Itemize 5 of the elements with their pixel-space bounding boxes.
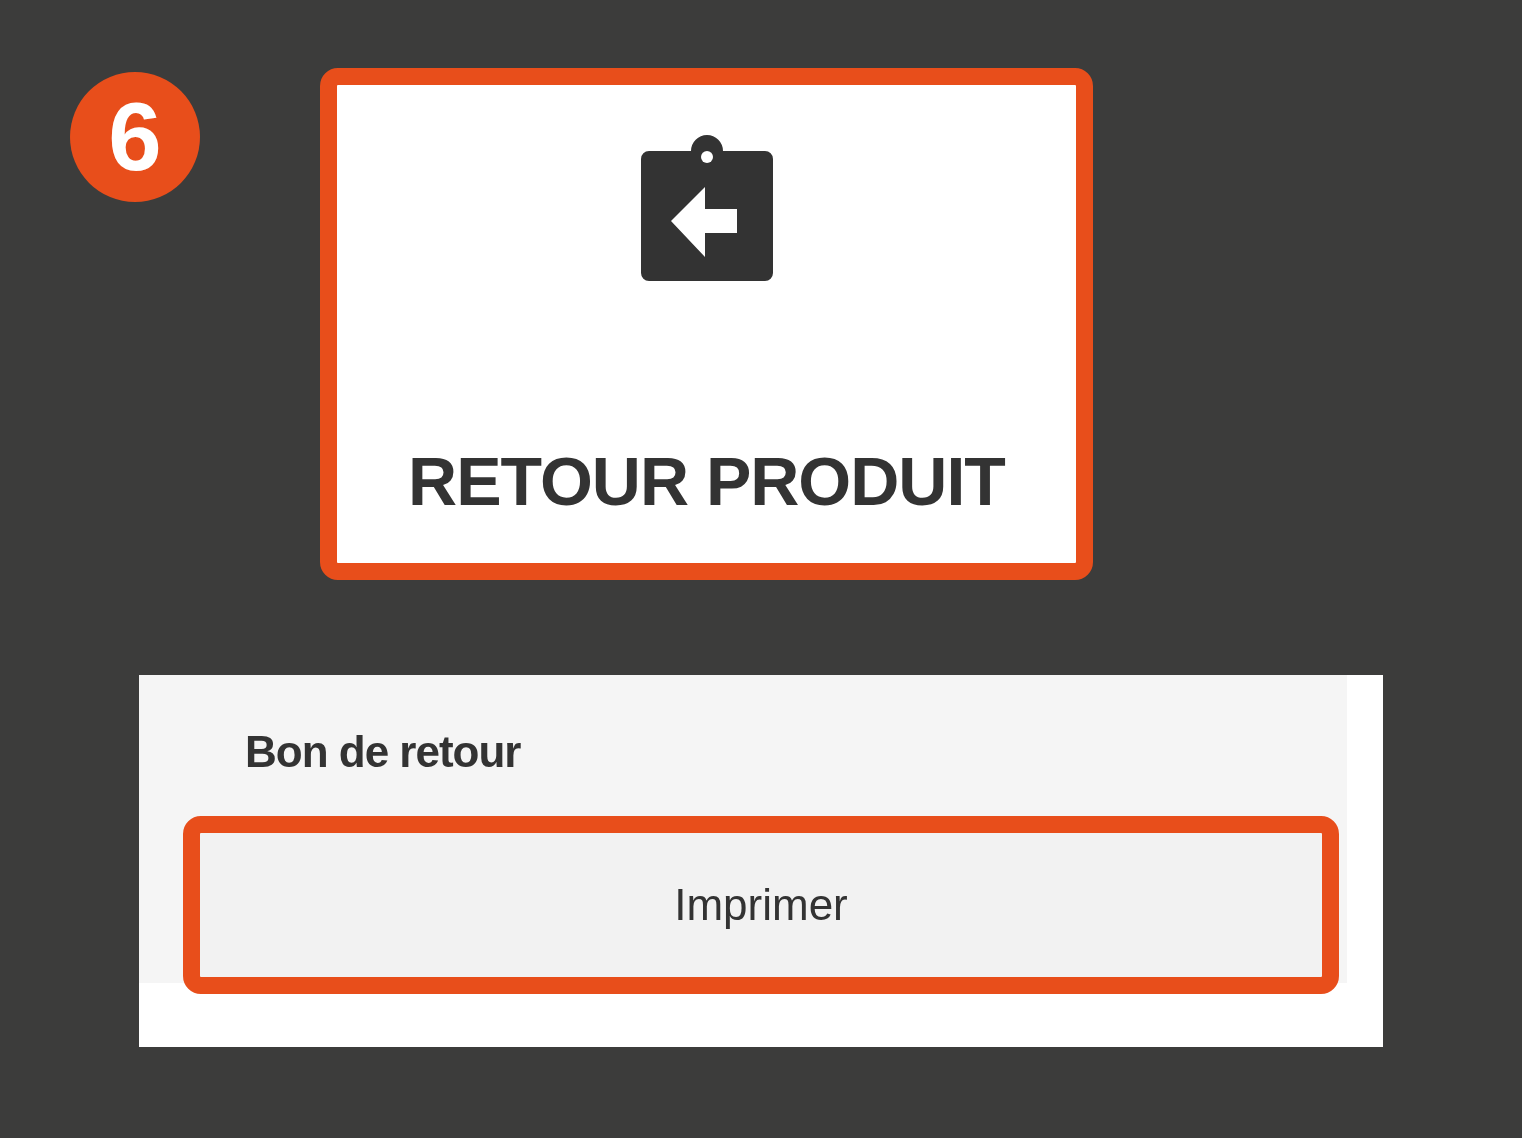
step-badge: 6 (70, 72, 200, 202)
return-product-tile[interactable]: RETOUR PRODUIT (320, 68, 1093, 580)
print-button[interactable]: Imprimer (183, 816, 1339, 994)
panel-title: Bon de retour (245, 727, 522, 777)
clipboard-return-icon (640, 135, 773, 281)
